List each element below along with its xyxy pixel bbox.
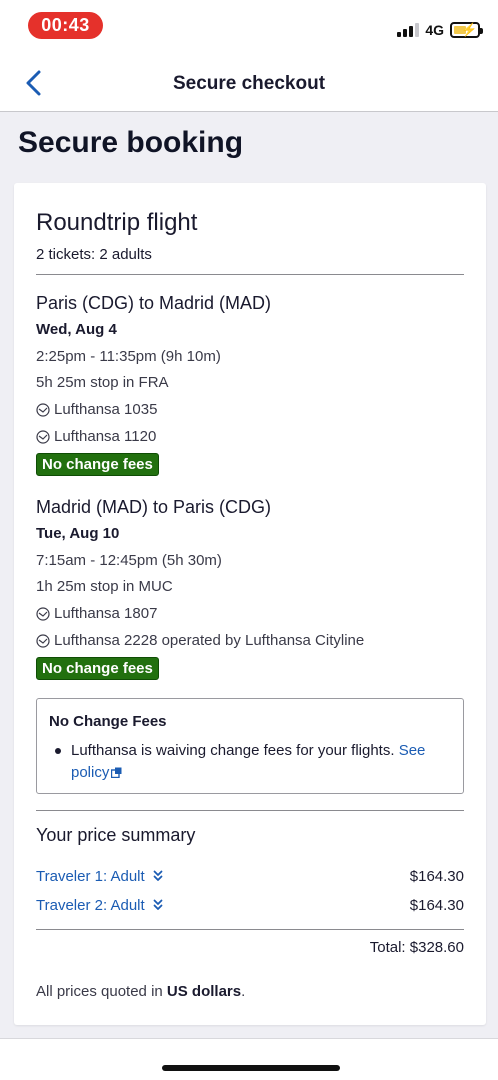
leg-stop: 1h 25m stop in MUC bbox=[36, 578, 173, 595]
traveler-price: $164.30 bbox=[409, 896, 464, 914]
lufthansa-logo-icon bbox=[36, 402, 50, 417]
booking-card: Roundtrip flight 2 tickets: 2 adults Par… bbox=[14, 183, 486, 1025]
leg-date: Wed, Aug 4 bbox=[36, 321, 117, 338]
disclaimer-prefix: All prices quoted in bbox=[36, 983, 167, 1000]
double-chevron-down-icon bbox=[153, 899, 163, 910]
disclaimer-suffix: . bbox=[241, 983, 246, 1000]
traveler-label: Traveler 1: Adult bbox=[36, 867, 145, 885]
flight-segment: Lufthansa 1807 bbox=[36, 600, 464, 627]
home-indicator[interactable] bbox=[162, 1065, 340, 1071]
notice-text: Lufthansa is waiving change fees for you… bbox=[71, 742, 399, 759]
divider bbox=[36, 274, 464, 275]
price-row-traveler-2: Traveler 2: Adult $164.30 bbox=[36, 894, 464, 916]
traveler-1-toggle[interactable]: Traveler 1: Adult bbox=[36, 868, 163, 885]
flight-leg-outbound: Paris (CDG) to Madrid (MAD) Wed, Aug 4 2… bbox=[36, 290, 464, 476]
divider bbox=[36, 929, 464, 930]
notice-title: No Change Fees bbox=[49, 713, 167, 730]
price-row-traveler-1: Traveler 1: Adult $164.30 bbox=[36, 865, 464, 887]
leg-route: Madrid (MAD) to Paris (CDG) bbox=[36, 497, 272, 517]
currency-disclaimer: All prices quoted in US dollars. bbox=[36, 983, 245, 1000]
no-change-fees-badge: No change fees bbox=[36, 453, 159, 476]
divider bbox=[36, 810, 464, 811]
lufthansa-logo-icon bbox=[36, 429, 50, 444]
nav-title: Secure checkout bbox=[172, 73, 326, 94]
leg-stop: 5h 25m stop in FRA bbox=[36, 374, 169, 391]
flight-segment: Lufthansa 1035 bbox=[36, 396, 464, 423]
flight-number: Lufthansa 1120 bbox=[54, 428, 157, 445]
leg-date: Tue, Aug 10 bbox=[36, 525, 120, 542]
network-label: 4G bbox=[425, 22, 444, 38]
price-total: Total: $328.60 bbox=[369, 939, 464, 956]
traveler-2-toggle[interactable]: Traveler 2: Adult bbox=[36, 897, 163, 914]
no-change-fees-notice: No Change Fees Lufthansa is waiving chan… bbox=[36, 698, 464, 794]
disclaimer-currency: US dollars bbox=[166, 983, 242, 1000]
flight-leg-return: Madrid (MAD) to Paris (CDG) Tue, Aug 10 … bbox=[36, 494, 464, 680]
flight-segment: Lufthansa 1120 bbox=[36, 423, 464, 450]
tickets-summary: 2 tickets: 2 adults bbox=[36, 246, 152, 263]
leg-times: 7:15am - 12:45pm (5h 30m) bbox=[36, 552, 222, 569]
lufthansa-logo-icon bbox=[36, 633, 50, 648]
bottom-bar bbox=[0, 1038, 498, 1080]
price-summary-title: Your price summary bbox=[36, 825, 196, 845]
trip-title: Roundtrip flight bbox=[36, 209, 198, 236]
double-chevron-down-icon bbox=[153, 870, 163, 881]
bullet-icon bbox=[55, 748, 61, 754]
lufthansa-logo-icon bbox=[36, 606, 50, 621]
notice-item: Lufthansa is waiving change fees for you… bbox=[49, 740, 451, 784]
status-indicators: 4G ⚡ bbox=[397, 20, 483, 40]
leg-route: Paris (CDG) to Madrid (MAD) bbox=[36, 293, 272, 313]
traveler-price: $164.30 bbox=[409, 867, 464, 885]
no-change-fees-badge: No change fees bbox=[36, 657, 159, 680]
flight-number: Lufthansa 2228 operated by Lufthansa Cit… bbox=[54, 632, 365, 649]
status-bar: 00:43 4G ⚡ bbox=[0, 0, 498, 56]
flight-segment: Lufthansa 2228 operated by Lufthansa Cit… bbox=[36, 627, 464, 654]
page-title: Secure booking bbox=[18, 126, 244, 159]
signal-icon bbox=[397, 23, 420, 37]
traveler-label: Traveler 2: Adult bbox=[36, 896, 145, 914]
nav-bar: Secure checkout bbox=[0, 56, 498, 112]
leg-times: 2:25pm - 11:35pm (9h 10m) bbox=[36, 348, 221, 365]
battery-icon: ⚡ bbox=[450, 22, 483, 38]
status-time: 00:43 bbox=[28, 12, 103, 39]
flight-number: Lufthansa 1035 bbox=[54, 401, 158, 418]
flight-number: Lufthansa 1807 bbox=[54, 605, 158, 622]
notice-text-wrap: Lufthansa is waiving change fees for you… bbox=[71, 740, 451, 784]
external-link-icon bbox=[111, 767, 122, 778]
